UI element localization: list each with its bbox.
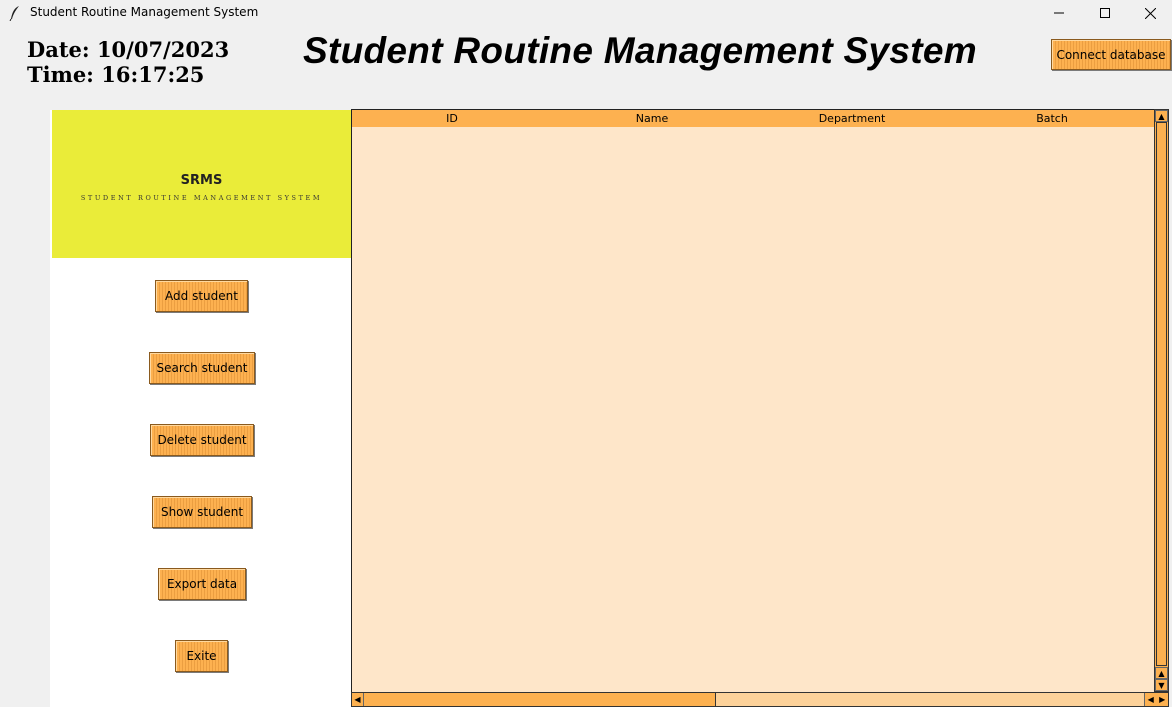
export-data-button[interactable]: Export data xyxy=(158,568,246,600)
connect-database-button[interactable]: Connect database xyxy=(1051,39,1171,70)
horizontal-scroll-thumb[interactable] xyxy=(364,693,716,706)
search-student-button[interactable]: Search student xyxy=(149,352,255,384)
sidebar: SRMS STUDENT ROUTINE MANAGEMENT SYSTEM A… xyxy=(50,110,351,707)
scroll-left-arrow-icon[interactable]: ◀ xyxy=(352,693,364,706)
horizontal-scrollbar[interactable]: ◀ ◀ ▶ xyxy=(351,692,1169,707)
maximize-button[interactable] xyxy=(1082,0,1128,26)
title-bar: Student Routine Management System xyxy=(0,0,1172,26)
column-header-department[interactable]: Department xyxy=(752,112,952,125)
vertical-scrollbar[interactable]: ▲ ▲ ▼ xyxy=(1154,109,1169,692)
time-label: Time: 16:17:25 xyxy=(27,62,205,87)
date-label: Date: 10/07/2023 xyxy=(27,37,230,62)
logo-title: SRMS xyxy=(180,173,223,188)
feather-icon xyxy=(9,5,21,22)
logo: SRMS STUDENT ROUTINE MANAGEMENT SYSTEM xyxy=(52,110,351,258)
window-title: Student Routine Management System xyxy=(30,5,259,19)
minimize-button[interactable] xyxy=(1036,0,1082,26)
scroll-up-arrow-icon[interactable]: ▲ xyxy=(1155,110,1168,122)
exit-button[interactable]: Exite xyxy=(175,640,228,672)
vertical-scroll-thumb[interactable] xyxy=(1156,122,1167,666)
column-header-id[interactable]: ID xyxy=(352,112,552,125)
app-window: Student Routine Management System Date: … xyxy=(0,0,1172,707)
scroll-up-arrow-lower-icon[interactable]: ▲ xyxy=(1155,667,1168,679)
page-title: Student Routine Management System xyxy=(303,30,977,71)
student-table[interactable]: ID Name Department Batch xyxy=(351,109,1154,692)
column-header-batch[interactable]: Batch xyxy=(952,112,1152,125)
add-student-button[interactable]: Add student xyxy=(155,280,248,312)
scroll-down-arrow-icon[interactable]: ▼ xyxy=(1155,679,1168,691)
logo-subtitle: STUDENT ROUTINE MANAGEMENT SYSTEM xyxy=(80,194,323,202)
show-student-button[interactable]: Show student xyxy=(152,496,252,528)
table-header: ID Name Department Batch xyxy=(352,110,1154,127)
close-button[interactable] xyxy=(1127,0,1172,26)
column-header-name[interactable]: Name xyxy=(552,112,752,125)
delete-student-button[interactable]: Delete student xyxy=(150,424,254,456)
scroll-right-arrow-icon[interactable]: ◀ ▶ xyxy=(1144,693,1168,706)
